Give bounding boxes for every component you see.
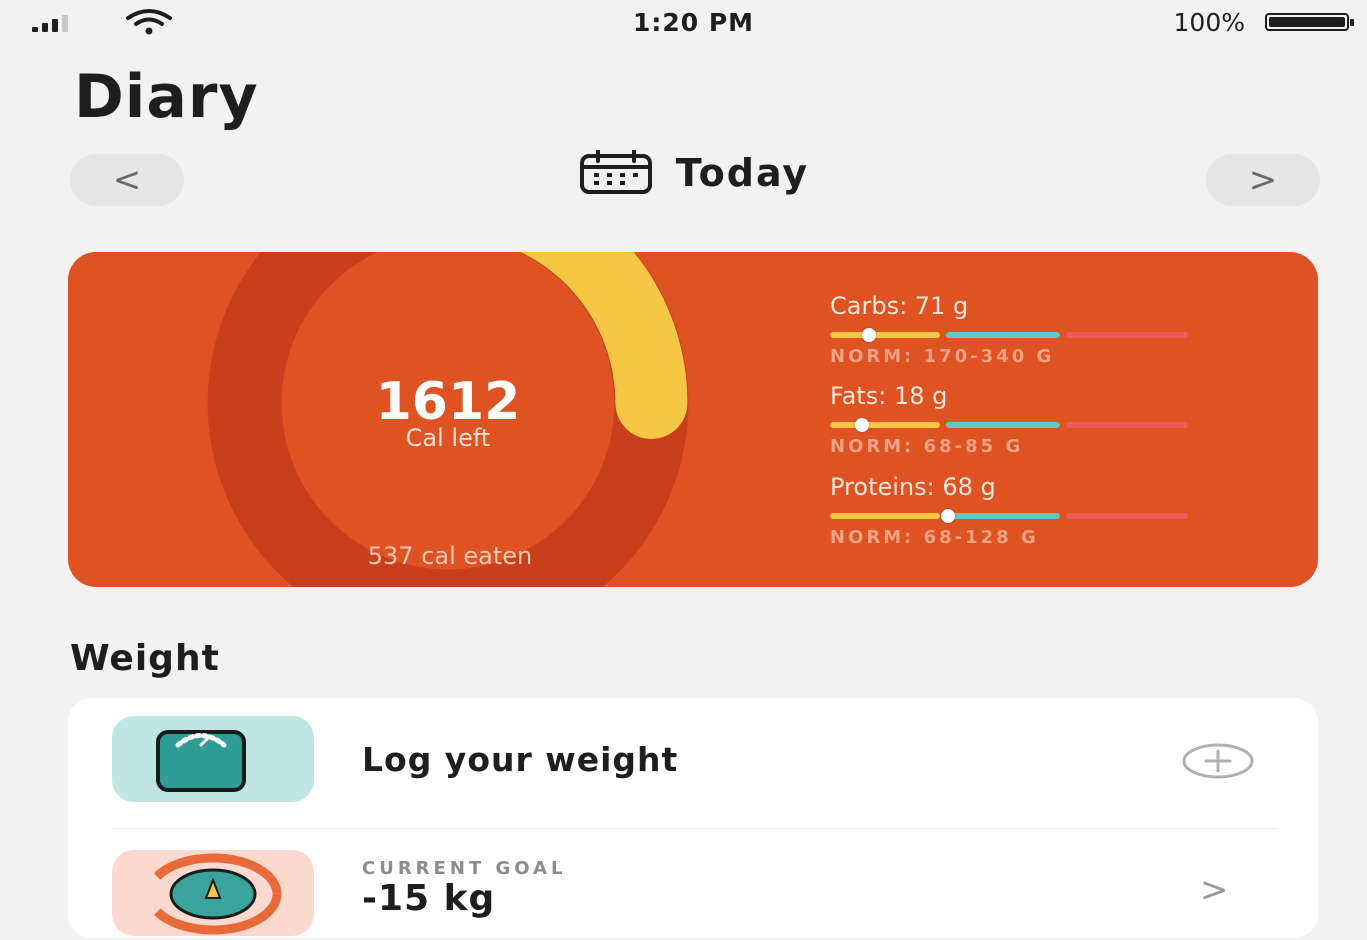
log-weight-label: Log your weight [362,740,679,779]
calorie-summary-card[interactable]: 1612 Cal left 537 cal eaten Carbs: 71 g … [68,252,1318,587]
macro-norm: NORM: 68-85 G [830,436,1024,457]
macro-bar [830,418,1190,432]
macro-marker [862,328,877,342]
current-goal-label: CURRENT GOAL [362,858,567,879]
chevron-right-icon: > [1200,870,1229,910]
calendar-icon [579,150,652,194]
plus-circle-icon[interactable] [1180,742,1256,780]
goal-icon [144,853,282,935]
calories-left-label: Cal left [405,424,491,452]
next-day-button[interactable]: > [1206,154,1320,206]
clock: 1:20 PM [632,8,755,37]
macro-marker [941,509,956,523]
macro-fats: Fats: 18 g NORM: 68-85 G [830,382,1190,457]
current-goal-value: -15 kg [362,878,496,919]
macro-proteins: Proteins: 68 g NORM: 68-128 G [830,473,1190,548]
calories-left-value: 1612 [375,372,521,432]
date-label: Today [675,151,810,195]
macro-carbs: Carbs: 71 g NORM: 170-340 G [830,292,1190,367]
weight-card: Log your weight CURRENT GOAL -15 kg > [68,698,1318,938]
macro-bar [830,509,1190,523]
macro-label: Fats: 18 g [830,382,948,410]
macro-label: Proteins: 68 g [830,473,996,501]
macro-norm: NORM: 170-340 G [830,346,1055,367]
scale-tile [112,716,314,802]
macro-label: Carbs: 71 g [830,292,969,320]
macro-marker [855,418,870,432]
log-weight-row[interactable]: Log your weight [68,698,1318,828]
macro-norm: NORM: 68-128 G [830,527,1039,548]
status-bar: 1:20 PM 100% [0,0,1367,50]
page-title: Diary [74,62,259,132]
scale-icon [156,730,246,792]
date-selector[interactable]: Today [0,150,1367,196]
battery-percent: 100% [1173,8,1245,37]
battery-icon [1265,13,1354,31]
calories-eaten: 537 cal eaten [367,542,533,570]
weight-section-title: Weight [70,638,220,679]
macro-bar [830,328,1190,342]
goal-tile [112,850,314,936]
